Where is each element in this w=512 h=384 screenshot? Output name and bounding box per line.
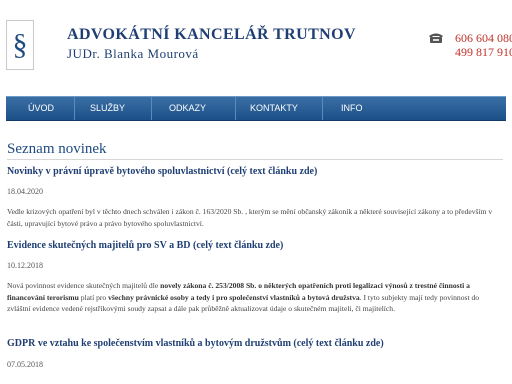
nav-divider <box>151 97 152 120</box>
main-content: Seznam novinek <box>7 140 503 160</box>
firm-subtitle: JUDr. Blanka Mourová <box>67 46 199 61</box>
news-text-part: Nová povinnost evidence skutečných majit… <box>7 281 161 290</box>
site-header: § ADVOKÁTNÍ KANCELÁŘ TRUTNOV JUDr. Blank… <box>0 0 512 88</box>
nav-item-sluzby[interactable]: Služby <box>90 97 125 120</box>
firm-title: ADVOKÁTNÍ KANCELÁŘ TRUTNOV <box>67 26 356 43</box>
telephone-icon <box>429 33 443 43</box>
paragraph-logo[interactable]: § <box>6 20 34 70</box>
news-text: Nová povinnost evidence skutečných majit… <box>7 280 502 315</box>
news-date: 18.04.2020 <box>7 187 43 196</box>
news-text-bold: všechny právnické osoby a tedy i pro spo… <box>108 292 360 302</box>
nav-item-kontakty[interactable]: Kontakty <box>250 97 298 120</box>
news-text-part: platí pro <box>78 292 109 302</box>
news-text: Vedle krizových opatření byl v těchto dn… <box>7 207 493 228</box>
nav-divider <box>322 97 323 120</box>
news-title-link[interactable]: GDPR ve vztahu ke společenstvím vlastník… <box>7 338 384 349</box>
news-date: 07.05.2018 <box>7 360 43 369</box>
phone-numbers: 606 604 080 499 817 910 <box>455 31 512 59</box>
main-navigation: Úvod Služby Odkazy Kontakty Info <box>6 96 506 121</box>
nav-item-uvod[interactable]: Úvod <box>28 97 54 120</box>
section-title: Seznam novinek <box>7 140 503 160</box>
phone-number-2[interactable]: 499 817 910 <box>455 45 512 59</box>
news-date: 10.12.2018 <box>7 261 43 270</box>
phone-number-1[interactable]: 606 604 080 <box>455 31 512 45</box>
nav-item-odkazy[interactable]: Odkazy <box>169 97 206 120</box>
news-title-link[interactable]: Novinky v právní úpravě bytového spoluvl… <box>7 166 317 177</box>
news-title-link[interactable]: Evidence skutečných majitelů pro SV a BD… <box>7 240 283 251</box>
nav-divider <box>74 97 75 120</box>
nav-divider <box>235 97 236 120</box>
logo-glyph: § <box>12 28 28 61</box>
nav-item-info[interactable]: Info <box>341 97 363 120</box>
